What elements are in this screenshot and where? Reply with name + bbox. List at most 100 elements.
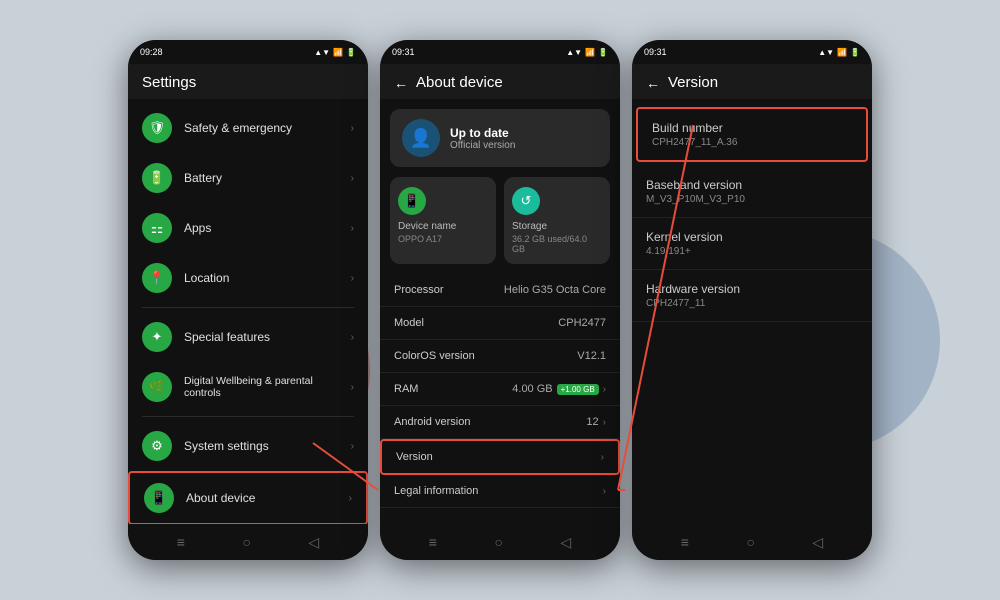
processor-value: Helio G35 Octa Core (504, 284, 606, 296)
back-arrow-about[interactable]: ← (394, 75, 408, 91)
safety-icon: 🛡 (142, 113, 172, 143)
ram-value: 4.00 GB (512, 383, 552, 395)
status-icons-1: ▲▼ 📶 🔋 (314, 48, 356, 57)
nav-menu-2-icon[interactable]: ≡ (429, 534, 437, 550)
wellbeing-label: Digital Wellbeing & parental controls (184, 375, 351, 399)
settings-header: Settings (128, 64, 368, 99)
device-name-icon: 📱 (398, 187, 426, 215)
phone-version: 09:31 ▲▼ 📶 🔋 ← Version Build number CPH2… (632, 40, 872, 560)
settings-item-location[interactable]: 📍 Location › (128, 253, 368, 303)
special-chevron: › (351, 332, 354, 343)
apps-icon: ⚏ (142, 213, 172, 243)
status-time-3: 09:31 (644, 47, 667, 57)
about-title: About device (416, 74, 503, 91)
ram-chevron: › (603, 384, 606, 395)
build-number-item[interactable]: Build number CPH2477_11_A.36 (636, 107, 868, 162)
kernel-value: 4.19.191+ (646, 246, 858, 257)
special-icon: ✦ (142, 322, 172, 352)
settings-content: 🛡 Safety & emergency › 🔋 Battery › ⚏ App… (128, 99, 368, 524)
divider-2 (142, 416, 354, 417)
battery-label: Battery (184, 171, 351, 185)
legal-row[interactable]: Legal information › (380, 475, 620, 508)
storage-card[interactable]: ↺ Storage 36.2 GB used/64.0 GB (504, 177, 610, 264)
ram-badge: +1.00 GB (557, 384, 599, 395)
apps-chevron: › (351, 223, 354, 234)
phone-about: 09:31 ▲▼ 📶 🔋 ← About device 👤 Up to date… (380, 40, 620, 560)
baseband-label: Baseband version (646, 178, 858, 192)
nav-bar-1: ≡ ○ ◁ (128, 524, 368, 560)
settings-item-wellbeing[interactable]: 🌿 Digital Wellbeing & parental controls … (128, 362, 368, 412)
safety-label: Safety & emergency (184, 121, 351, 135)
version-title: Version (668, 74, 718, 91)
location-chevron: › (351, 273, 354, 284)
settings-list: 🛡 Safety & emergency › 🔋 Battery › ⚏ App… (128, 99, 368, 524)
nav-menu-icon[interactable]: ≡ (177, 534, 185, 550)
processor-row[interactable]: Processor Helio G35 Octa Core (380, 274, 620, 307)
battery-chevron: › (351, 173, 354, 184)
ram-row[interactable]: RAM 4.00 GB +1.00 GB › (380, 373, 620, 406)
build-number-label: Build number (652, 121, 852, 135)
system-chevron: › (351, 441, 354, 452)
wellbeing-icon: 🌿 (142, 372, 172, 402)
build-number-value: CPH2477_11_A.36 (652, 137, 852, 148)
hardware-item[interactable]: Hardware version CPH2477_11 (632, 270, 872, 322)
phones-container: 09:28 ▲▼ 📶 🔋 Settings 🛡 Safety & emergen… (128, 40, 872, 560)
settings-item-safety[interactable]: 🛡 Safety & emergency › (128, 103, 368, 153)
location-icon: 📍 (142, 263, 172, 293)
special-label: Special features (184, 330, 351, 344)
nav-back-3-icon[interactable]: ◁ (812, 534, 823, 551)
settings-item-system[interactable]: ⚙ System settings › (128, 421, 368, 471)
nav-home-3-icon[interactable]: ○ (746, 534, 754, 550)
back-arrow-version[interactable]: ← (646, 75, 660, 91)
system-icon: ⚙ (142, 431, 172, 461)
hardware-value: CPH2477_11 (646, 298, 858, 309)
nav-home-icon[interactable]: ○ (242, 534, 250, 550)
baseband-item[interactable]: Baseband version M_V3_P10M_V3_P10 (632, 166, 872, 218)
version-list: Build number CPH2477_11_A.36 Baseband ve… (632, 99, 872, 326)
android-value-row: 12 › (586, 416, 606, 428)
ram-label: RAM (394, 383, 418, 395)
coloros-value: V12.1 (577, 350, 606, 362)
battery-icon: 🔋 (142, 163, 172, 193)
status-bar-2: 09:31 ▲▼ 📶 🔋 (380, 40, 620, 64)
phone-settings: 09:28 ▲▼ 📶 🔋 Settings 🛡 Safety & emergen… (128, 40, 368, 560)
about-header-row: ← About device (394, 74, 606, 91)
nav-bar-3: ≡ ○ ◁ (632, 524, 872, 560)
device-name-card[interactable]: 📱 Device name OPPO A17 (390, 177, 496, 264)
about-header: ← About device (380, 64, 620, 99)
apps-label: Apps (184, 221, 351, 235)
android-row[interactable]: Android version 12 › (380, 406, 620, 439)
status-icons-2: ▲▼ 📶 🔋 (566, 48, 608, 57)
storage-label: Storage (512, 221, 547, 232)
update-card: 👤 Up to date Official version (390, 109, 610, 167)
nav-back-2-icon[interactable]: ◁ (560, 534, 571, 551)
nav-bar-2: ≡ ○ ◁ (380, 524, 620, 560)
about-chevron: › (349, 493, 352, 504)
kernel-label: Kernel version (646, 230, 858, 244)
processor-label: Processor (394, 284, 444, 296)
about-content: 👤 Up to date Official version 📱 Device n… (380, 99, 620, 524)
settings-title: Settings (142, 74, 354, 91)
update-subtitle: Official version (450, 140, 515, 151)
device-cards-row: 📱 Device name OPPO A17 ↺ Storage 36.2 GB… (380, 177, 620, 274)
settings-item-special[interactable]: ✦ Special features › (128, 312, 368, 362)
android-chevron: › (603, 417, 606, 428)
nav-back-icon[interactable]: ◁ (308, 534, 319, 551)
coloros-row[interactable]: ColorOS version V12.1 (380, 340, 620, 373)
update-info: Up to date Official version (450, 126, 515, 151)
version-label: Version (396, 451, 433, 463)
nav-menu-3-icon[interactable]: ≡ (681, 534, 689, 550)
version-row[interactable]: Version › (380, 439, 620, 475)
ram-value-row: 4.00 GB +1.00 GB › (512, 383, 606, 395)
coloros-label: ColorOS version (394, 350, 475, 362)
nav-home-2-icon[interactable]: ○ (494, 534, 502, 550)
device-name-label: Device name (398, 221, 456, 232)
model-row[interactable]: Model CPH2477 (380, 307, 620, 340)
settings-item-battery[interactable]: 🔋 Battery › (128, 153, 368, 203)
settings-item-about[interactable]: 📱 About device › (128, 471, 368, 524)
kernel-item[interactable]: Kernel version 4.19.191+ (632, 218, 872, 270)
settings-item-apps[interactable]: ⚏ Apps › (128, 203, 368, 253)
status-time-1: 09:28 (140, 47, 163, 57)
update-title: Up to date (450, 126, 515, 140)
wellbeing-chevron: › (351, 382, 354, 393)
